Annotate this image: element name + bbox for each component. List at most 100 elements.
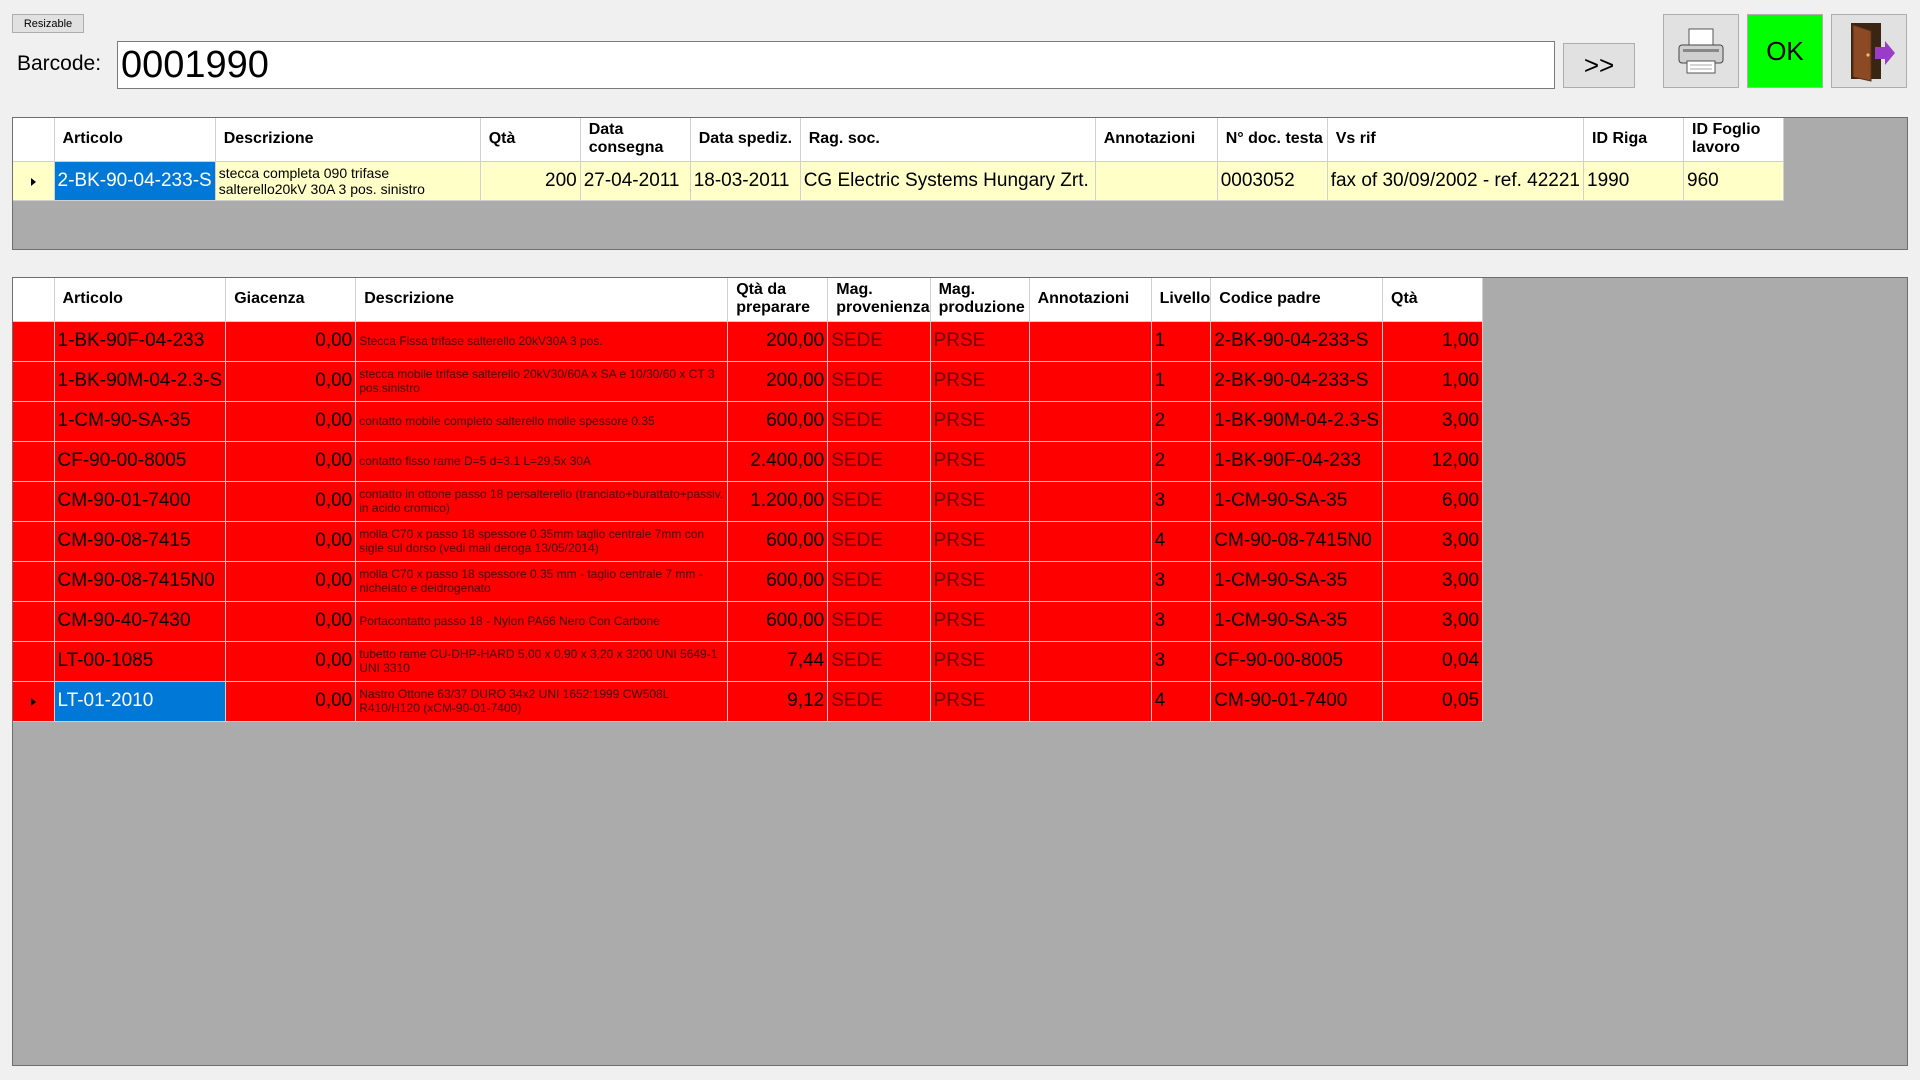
components-grid[interactable]: Articolo Giacenza Descrizione Qtà da pre… <box>12 277 1908 1066</box>
cell-id-foglio[interactable]: 960 <box>1683 161 1784 201</box>
column-header[interactable]: Descrizione <box>215 118 481 162</box>
table-row[interactable]: CM-90-08-7415 0,00 molla C70 x passo 18 sp… <box>13 521 1484 562</box>
cell-livello[interactable]: 3 <box>1151 601 1212 642</box>
cell-codice-padre[interactable]: CF-90-00-8005 <box>1210 641 1384 682</box>
cell-mag-provenienza[interactable]: SEDE <box>827 441 931 482</box>
column-header[interactable]: Annotazioni <box>1029 278 1152 322</box>
cell-articolo[interactable]: 1-CM-90-SA-35 <box>54 401 227 442</box>
cell-giacenza[interactable]: 0,00 <box>225 321 357 362</box>
row-selector[interactable] <box>13 601 55 642</box>
column-header[interactable]: Annotazioni <box>1095 118 1218 162</box>
cell-livello[interactable]: 4 <box>1151 681 1212 722</box>
cell-qta[interactable]: 3,00 <box>1382 601 1484 642</box>
cell-id-riga[interactable]: 1990 <box>1583 161 1684 201</box>
cell-annotazioni[interactable] <box>1095 161 1218 201</box>
cell-articolo[interactable]: CF-90-00-8005 <box>54 441 227 482</box>
cell-articolo[interactable]: 2-BK-90-04-233-S <box>54 161 216 201</box>
cell-mag-produzione[interactable]: PRSE <box>930 481 1030 522</box>
cell-mag-produzione[interactable]: PRSE <box>930 401 1030 442</box>
cell-mag-produzione[interactable]: PRSE <box>930 361 1030 402</box>
table-row[interactable]: 1-BK-90M-04-2.3-S 0,00 stecca mobile trifa… <box>13 361 1484 402</box>
column-header[interactable]: Articolo <box>54 118 216 162</box>
cell-giacenza[interactable]: 0,00 <box>225 481 357 522</box>
cell-annotazioni[interactable] <box>1029 441 1152 482</box>
cell-mag-provenienza[interactable]: SEDE <box>827 321 931 362</box>
column-header[interactable]: Data consegna <box>580 118 691 162</box>
table-row[interactable]: CF-90-00-8005 0,00 contatto fisso rame D=5… <box>13 441 1484 482</box>
cell-qta-da-preparare[interactable]: 1.200,00 <box>727 481 829 522</box>
cell-qta-da-preparare[interactable]: 600,00 <box>727 401 829 442</box>
exit-button[interactable] <box>1831 14 1907 88</box>
table-row[interactable]: CM-90-08-7415N0 0,00 molla C70 x passo 18 … <box>13 561 1484 602</box>
cell-qta[interactable]: 1,00 <box>1382 361 1484 402</box>
table-row[interactable]: 1-BK-90F-04-233 0,00 Stecca Fissa trifase … <box>13 321 1484 362</box>
cell-qta[interactable]: 1,00 <box>1382 321 1484 362</box>
cell-annotazioni[interactable] <box>1029 361 1152 402</box>
cell-descrizione[interactable]: stecca mobile trifase salterello 20kV30/… <box>355 361 729 402</box>
cell-qta[interactable]: 3,00 <box>1382 521 1484 562</box>
cell-livello[interactable]: 3 <box>1151 481 1212 522</box>
cell-doc-testa[interactable]: 0003052 <box>1217 161 1328 201</box>
cell-descrizione[interactable]: tubetto rame CU-DHP-HARD 5,00 x 0,90 x 3… <box>355 641 729 682</box>
cell-mag-produzione[interactable]: PRSE <box>930 641 1030 682</box>
cell-qta-da-preparare[interactable]: 600,00 <box>727 521 829 562</box>
cell-codice-padre[interactable]: 1-CM-90-SA-35 <box>1210 561 1384 602</box>
barcode-input[interactable]: 0001990 <box>117 41 1555 89</box>
cell-livello[interactable]: 4 <box>1151 521 1212 562</box>
cell-livello[interactable]: 3 <box>1151 641 1212 682</box>
cell-livello[interactable]: 1 <box>1151 361 1212 402</box>
cell-rag-soc[interactable]: CG Electric Systems Hungary Zrt. <box>800 161 1096 201</box>
row-selector[interactable] <box>13 561 55 602</box>
column-header[interactable]: Data spediz. <box>690 118 801 162</box>
column-header[interactable]: ID Foglio lavoro <box>1683 118 1784 162</box>
cell-mag-produzione[interactable]: PRSE <box>930 681 1030 722</box>
row-selector[interactable] <box>13 401 55 442</box>
go-button[interactable]: >> <box>1563 43 1635 88</box>
cell-mag-provenienza[interactable]: SEDE <box>827 481 931 522</box>
cell-descrizione[interactable]: molla C70 x passo 18 spessore 0.35mm tag… <box>355 521 729 562</box>
print-button[interactable] <box>1663 14 1739 88</box>
cell-mag-produzione[interactable]: PRSE <box>930 321 1030 362</box>
cell-articolo[interactable]: 1-BK-90M-04-2.3-S <box>54 361 227 402</box>
cell-annotazioni[interactable] <box>1029 481 1152 522</box>
column-header[interactable]: Mag. produzione <box>930 278 1030 322</box>
column-header[interactable]: Vs rif <box>1327 118 1585 162</box>
resizable-button[interactable]: Resizable <box>12 14 84 33</box>
cell-giacenza[interactable]: 0,00 <box>225 681 357 722</box>
cell-vs-rif[interactable]: fax of 30/09/2002 - ref. 42221 <box>1327 161 1585 201</box>
column-header[interactable]: Descrizione <box>355 278 729 322</box>
cell-annotazioni[interactable] <box>1029 521 1152 562</box>
column-header[interactable]: Articolo <box>54 278 227 322</box>
table-row[interactable]: 1-CM-90-SA-35 0,00 contatto mobile complet… <box>13 401 1484 442</box>
cell-annotazioni[interactable] <box>1029 641 1152 682</box>
cell-articolo[interactable]: 1-BK-90F-04-233 <box>54 321 227 362</box>
column-header[interactable]: Mag. provenienza <box>827 278 931 322</box>
cell-qta[interactable]: 0,05 <box>1382 681 1484 722</box>
column-header[interactable]: ID Riga <box>1583 118 1684 162</box>
cell-giacenza[interactable]: 0,00 <box>225 641 357 682</box>
row-selector[interactable] <box>13 641 55 682</box>
cell-qta-da-preparare[interactable]: 200,00 <box>727 361 829 402</box>
cell-annotazioni[interactable] <box>1029 601 1152 642</box>
ok-button[interactable]: OK <box>1747 14 1823 88</box>
row-selector[interactable] <box>13 361 55 402</box>
cell-articolo[interactable]: CM-90-01-7400 <box>54 481 227 522</box>
cell-qta-da-preparare[interactable]: 600,00 <box>727 601 829 642</box>
cell-mag-provenienza[interactable]: SEDE <box>827 681 931 722</box>
row-selector[interactable] <box>13 161 55 201</box>
cell-livello[interactable]: 1 <box>1151 321 1212 362</box>
row-selector[interactable] <box>13 441 55 482</box>
cell-descrizione[interactable]: contatto in ottone passo 18 persalterell… <box>355 481 729 522</box>
cell-livello[interactable]: 2 <box>1151 441 1212 482</box>
cell-articolo[interactable]: LT-00-1085 <box>54 641 227 682</box>
cell-data-spediz[interactable]: 18-03-2011 <box>690 161 801 201</box>
cell-descrizione[interactable]: contatto fisso rame D=5 d=3.1 L=29,5x 30… <box>355 441 729 482</box>
column-header[interactable]: Qtà <box>1382 278 1484 322</box>
table-row[interactable]: LT-00-1085 0,00 tubetto rame CU-DHP-HARD 5… <box>13 641 1484 682</box>
column-header[interactable]: Giacenza <box>225 278 357 322</box>
cell-codice-padre[interactable]: 1-CM-90-SA-35 <box>1210 601 1384 642</box>
cell-codice-padre[interactable]: 2-BK-90-04-233-S <box>1210 321 1384 362</box>
cell-descrizione[interactable]: contatto mobile completo salterello moll… <box>355 401 729 442</box>
cell-mag-provenienza[interactable]: SEDE <box>827 561 931 602</box>
cell-codice-padre[interactable]: CM-90-08-7415N0 <box>1210 521 1384 562</box>
